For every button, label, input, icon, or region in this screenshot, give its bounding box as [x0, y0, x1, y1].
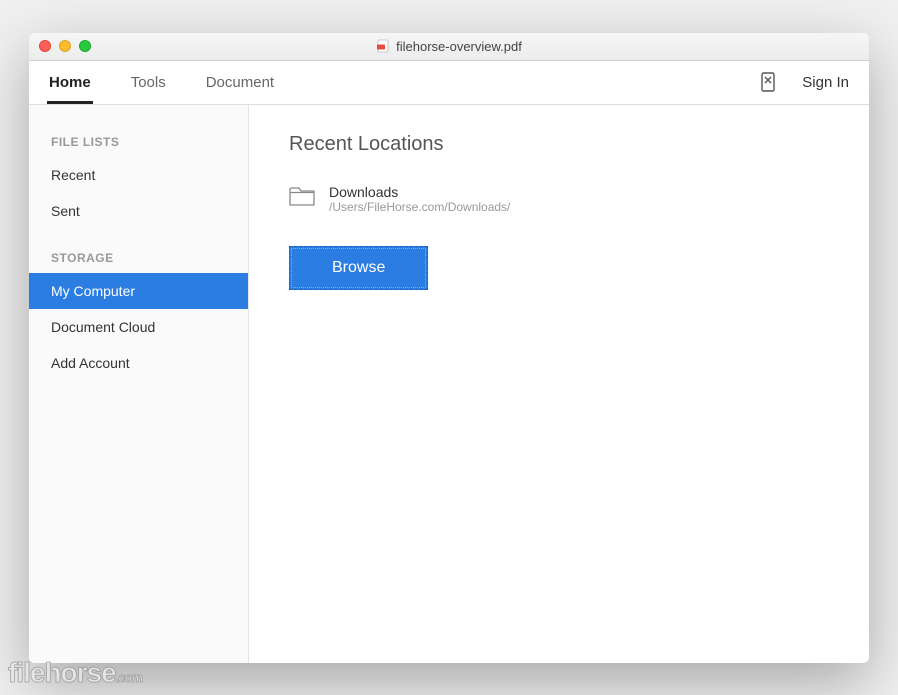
main-panel: Recent Locations Downloads /Users/FileHo…: [249, 105, 869, 663]
location-text: Downloads /Users/FileHorse.com/Downloads…: [329, 184, 510, 214]
titlebar[interactable]: filehorse-overview.pdf: [29, 33, 869, 61]
minimize-window-button[interactable]: [59, 40, 71, 52]
tab-home-label: Home: [49, 74, 91, 91]
sidebar-item-sent[interactable]: Sent: [29, 193, 248, 229]
sidebar-item-label: Sent: [51, 203, 80, 219]
sidebar-item-label: Document Cloud: [51, 319, 155, 335]
window-controls: [29, 40, 91, 52]
app-window: filehorse-overview.pdf Home Tools Docume…: [29, 33, 869, 663]
sidebar-item-document-cloud[interactable]: Document Cloud: [29, 309, 248, 345]
sidebar-item-label: My Computer: [51, 283, 135, 299]
location-name: Downloads: [329, 184, 510, 200]
tab-tools-label: Tools: [131, 74, 166, 91]
location-path: /Users/FileHorse.com/Downloads/: [329, 200, 510, 214]
page-heading: Recent Locations: [289, 133, 829, 156]
sign-in-label: Sign In: [802, 74, 849, 91]
mobile-link-icon[interactable]: [760, 72, 776, 92]
browse-button-label: Browse: [332, 259, 385, 276]
folder-icon: [289, 185, 315, 212]
tab-tools[interactable]: Tools: [111, 61, 186, 104]
tab-home[interactable]: Home: [29, 61, 111, 104]
browse-button[interactable]: Browse: [289, 246, 428, 290]
watermark-suffix: .com: [116, 670, 142, 685]
content-area: FILE LISTS Recent Sent STORAGE My Comput…: [29, 105, 869, 663]
toolbar-tabs: Home Tools Document: [29, 61, 294, 104]
pdf-file-icon: [376, 39, 390, 53]
close-window-button[interactable]: [39, 40, 51, 52]
tab-document[interactable]: Document: [186, 61, 294, 104]
maximize-window-button[interactable]: [79, 40, 91, 52]
window-title-text: filehorse-overview.pdf: [396, 39, 522, 54]
sidebar-item-recent[interactable]: Recent: [29, 157, 248, 193]
sidebar-item-add-account[interactable]: Add Account: [29, 345, 248, 381]
window-title: filehorse-overview.pdf: [29, 39, 869, 54]
sidebar-section-header-storage: STORAGE: [29, 241, 248, 273]
top-toolbar: Home Tools Document Sign In: [29, 61, 869, 105]
sign-in-button[interactable]: Sign In: [792, 74, 859, 91]
sidebar: FILE LISTS Recent Sent STORAGE My Comput…: [29, 105, 249, 663]
tab-document-label: Document: [206, 74, 274, 91]
sidebar-item-label: Recent: [51, 167, 95, 183]
sidebar-section-header-file-lists: FILE LISTS: [29, 125, 248, 157]
location-row[interactable]: Downloads /Users/FileHorse.com/Downloads…: [289, 180, 829, 218]
sidebar-item-my-computer[interactable]: My Computer: [29, 273, 248, 309]
sidebar-item-label: Add Account: [51, 355, 130, 371]
